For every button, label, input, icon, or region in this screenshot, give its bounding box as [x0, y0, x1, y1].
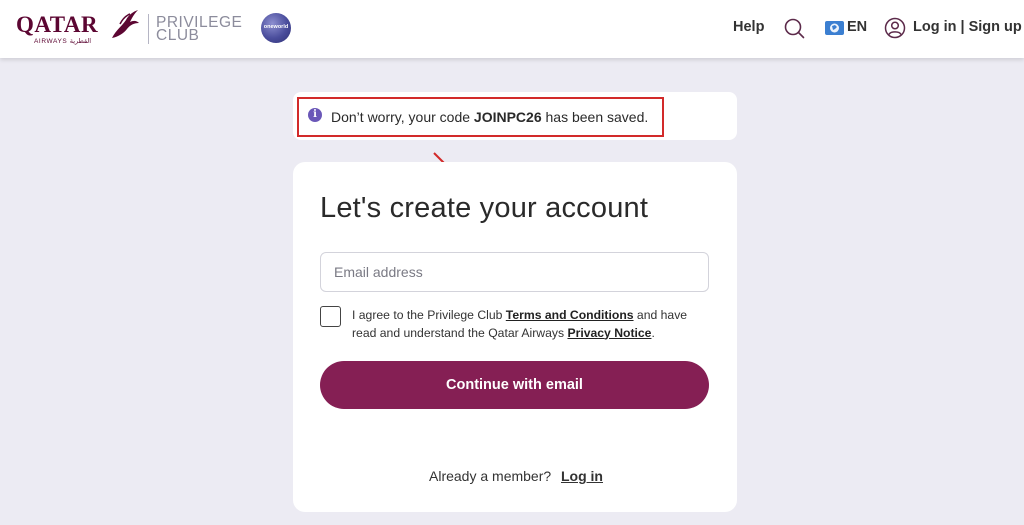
terms-link[interactable]: Terms and Conditions: [506, 308, 634, 322]
agree-part3: .: [651, 325, 655, 340]
brand-name: QATAR: [16, 12, 99, 37]
terms-agreement-text: I agree to the Privilege Club Terms and …: [352, 307, 702, 342]
notice-prefix: Don’t worry, your code: [331, 109, 474, 125]
page-title: Let's create your account: [320, 192, 649, 224]
oryx-logo-icon: [112, 10, 139, 38]
notice-message: Don’t worry, your code JOINPC26 has been…: [331, 109, 648, 125]
oneworld-badge-icon: oneworld: [261, 13, 291, 43]
brand-sub: AIRWAYS القطرية: [34, 38, 92, 45]
oneworld-label: oneworld: [263, 24, 289, 30]
top-header: QATAR AIRWAYS القطرية PRIVILEGE CLUB one…: [0, 0, 1024, 58]
help-link[interactable]: Help: [733, 19, 764, 35]
member-prompt: Already a member?: [429, 468, 552, 484]
search-icon[interactable]: [783, 17, 805, 39]
globe-flag-icon[interactable]: [825, 21, 844, 35]
privilege-club-line2: CLUB: [156, 27, 200, 44]
member-login-link[interactable]: Log in: [561, 468, 603, 484]
notice-suffix: has been saved.: [541, 109, 649, 125]
promo-code: JOINPC26: [473, 109, 542, 125]
info-icon: i: [308, 108, 322, 122]
terms-checkbox[interactable]: [320, 306, 341, 327]
header-divider: [148, 14, 149, 44]
language-selector[interactable]: EN: [847, 19, 867, 35]
privacy-link[interactable]: Privacy Notice: [567, 326, 651, 340]
login-signup-link[interactable]: Log in | Sign up: [913, 19, 1022, 35]
user-icon[interactable]: [884, 17, 906, 39]
email-field[interactable]: [320, 252, 709, 292]
agree-part1: I agree to the Privilege Club: [352, 308, 506, 322]
continue-with-email-button[interactable]: Continue with email: [320, 361, 709, 409]
